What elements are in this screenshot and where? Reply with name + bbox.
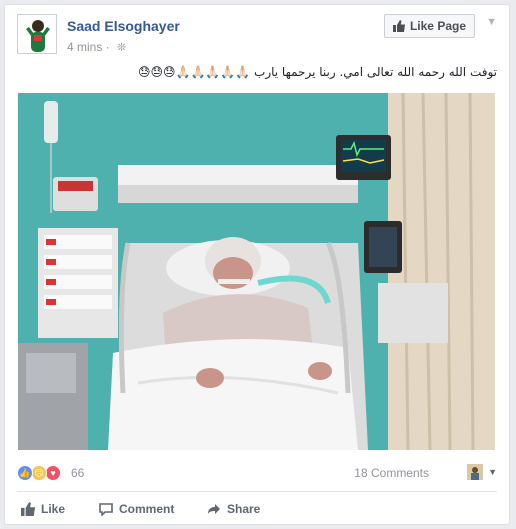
post-time[interactable]: 4 mins (67, 40, 102, 54)
share-label: Share (227, 502, 261, 516)
love-icon[interactable]: ♥ (45, 465, 61, 481)
post-meta: 4 mins · ❊ (67, 40, 127, 54)
reactions-bar: 👍 ☹ ♥ 66 18 Comments ▼ (17, 463, 497, 485)
viewer-avatar[interactable] (467, 464, 483, 480)
reaction-count[interactable]: 66 (71, 466, 84, 480)
like-page-label: Like Page (409, 19, 466, 33)
comments-count[interactable]: 18 Comments (354, 466, 429, 480)
share-button[interactable]: Share (207, 497, 260, 521)
action-bar: Like Comment Share (17, 497, 497, 525)
post-card: Saad Elsoghayer 4 mins · ❊ Like Page ▼ ت… (4, 4, 510, 525)
like-label: Like (41, 502, 66, 516)
post-photo[interactable] (18, 93, 495, 450)
post-header: Saad Elsoghayer 4 mins · ❊ Like Page ▼ (17, 14, 497, 60)
like-page-button[interactable]: Like Page (383, 14, 475, 38)
author-name[interactable]: Saad Elsoghayer (67, 18, 180, 34)
like-button[interactable]: Like (21, 497, 65, 521)
thumbs-up-icon (392, 20, 405, 32)
comment-icon (99, 503, 113, 516)
chevron-down-icon[interactable]: ▼ (488, 467, 497, 477)
post-text: توفت الله رحمه الله تعالى امي. ربنا يرحم… (137, 65, 497, 79)
globe-icon[interactable]: ❊ (117, 41, 126, 54)
comment-label: Comment (119, 502, 175, 516)
thumbs-up-icon (21, 502, 35, 516)
comment-button[interactable]: Comment (99, 497, 174, 521)
divider (17, 491, 497, 492)
author-avatar[interactable] (17, 14, 57, 54)
like-icon[interactable]: 👍 (17, 465, 33, 481)
sad-icon[interactable]: ☹ (31, 465, 47, 481)
share-icon (208, 504, 220, 514)
chevron-down-icon[interactable]: ▼ (486, 16, 497, 28)
